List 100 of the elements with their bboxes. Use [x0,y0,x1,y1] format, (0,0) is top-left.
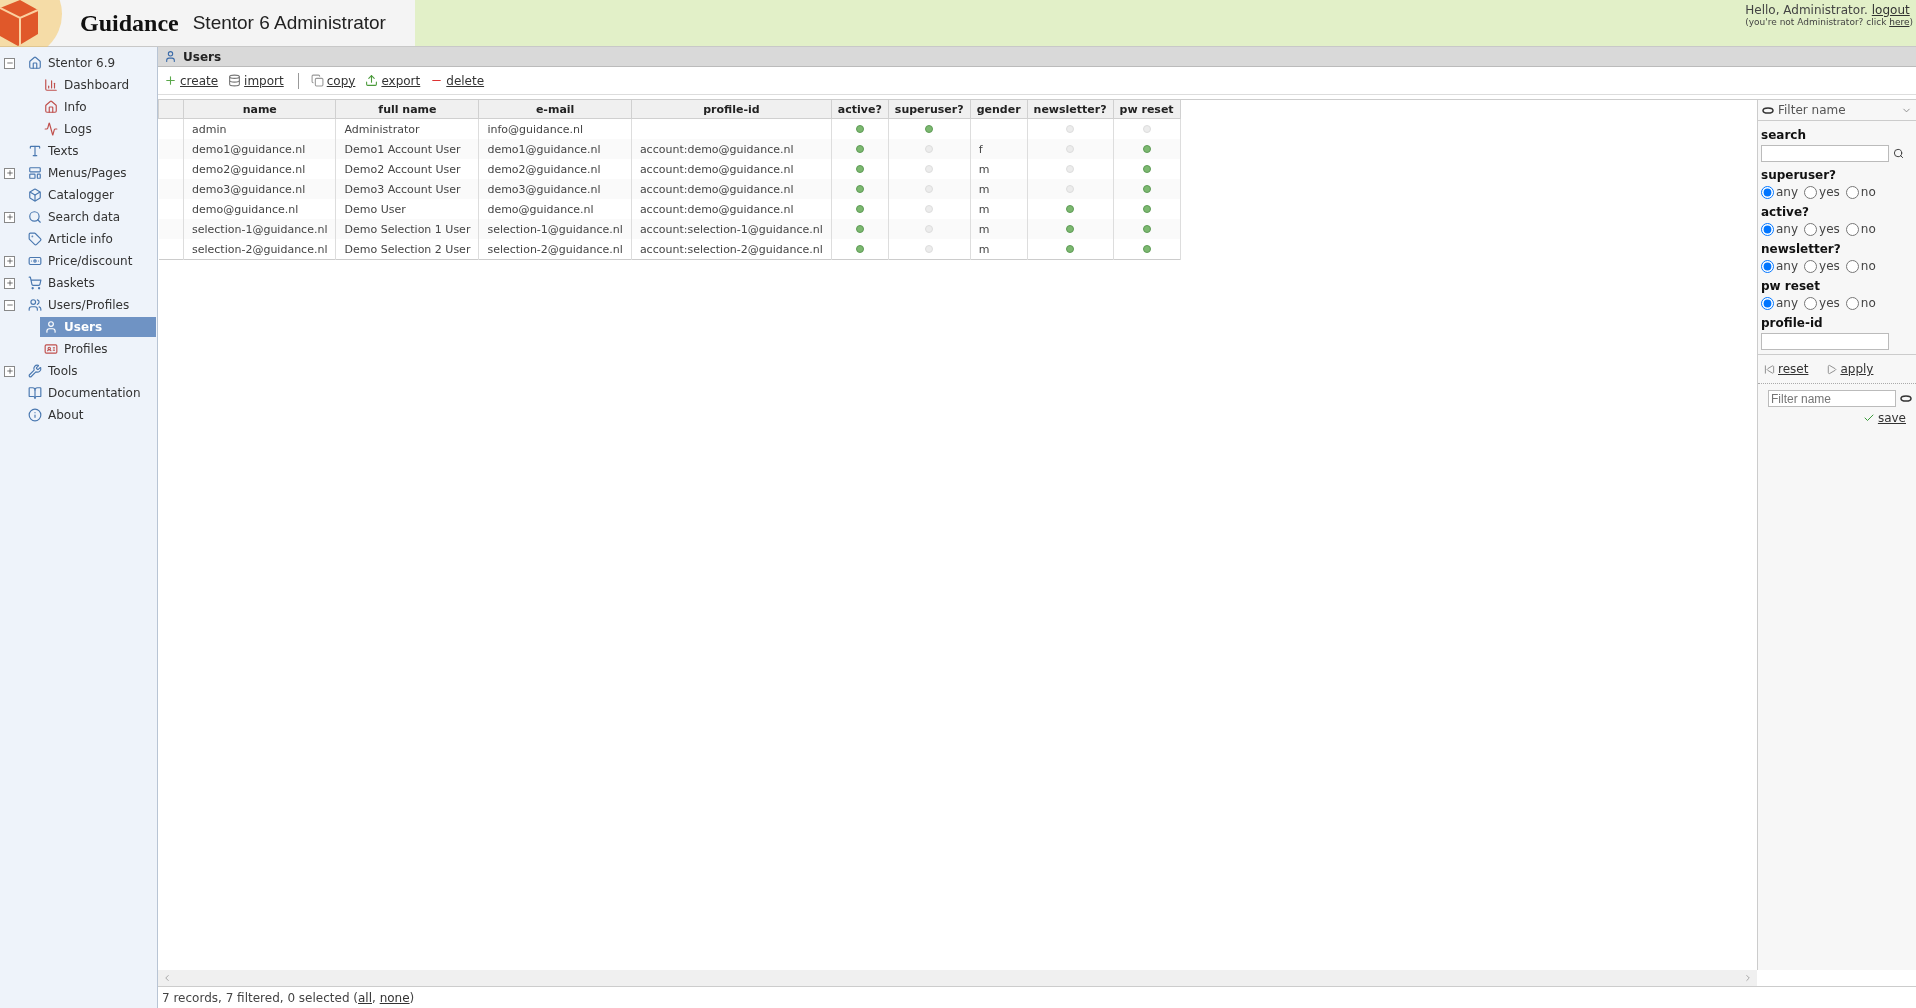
search-icon [1893,148,1904,159]
filter-name-field[interactable]: Filter name [1768,390,1896,407]
oval-icon [1900,395,1912,402]
expand-toggle[interactable] [4,277,15,289]
column-header[interactable]: name [183,100,336,119]
id-card-icon [44,342,58,356]
table-cell: m [978,182,990,196]
table-cell: Demo Selection 1 User [344,222,471,236]
plus-icon [5,279,14,287]
table-cell: Demo1 Account User [344,142,461,156]
table-cell: info@guidance.nl [487,122,584,136]
column-header[interactable]: superuser? [888,100,971,119]
sidebar-item[interactable]: Search data [24,207,125,227]
radio-option[interactable]: any [1761,222,1799,236]
toolbar-link[interactable]: import [228,73,284,88]
table-cell: selection-1@guidance.nl [487,222,623,236]
column-header[interactable]: gender [970,100,1028,119]
radio-option[interactable]: any [1761,185,1799,199]
toolbar-link[interactable]: delete [430,73,485,88]
sidebar-item[interactable]: Users/Profiles [24,295,134,315]
sidebar-item[interactable]: Tools [24,361,82,381]
status-separator: , [372,990,377,1005]
plus-icon [5,169,14,177]
sidebar-item[interactable]: Menus/Pages [24,163,131,183]
reset-link[interactable]: reset [1764,362,1809,376]
sidebar-item[interactable]: Article info [24,229,117,249]
table-cell: Demo2 Account User [344,162,461,176]
column-header[interactable]: active? [831,100,889,119]
select-all-link[interactable]: all [358,990,373,1005]
radio-option[interactable]: yes [1804,222,1840,236]
radio-option[interactable]: yes [1804,296,1840,310]
table-cell: account:demo@guidance.nl [639,182,794,196]
plus-icon [5,257,14,265]
text-icon [28,144,42,158]
sidebar-item[interactable]: About [24,405,88,425]
toolbar-link[interactable]: create [164,73,219,88]
product-name: Stentor 6 Administrator [192,12,386,34]
sidebar-item[interactable]: Baskets [24,273,99,293]
radio-option[interactable]: no [1845,222,1876,236]
radio-option[interactable]: no [1845,185,1876,199]
table-cell: demo2@guidance.nl [487,162,601,176]
sidebar-item[interactable]: Catalogger [24,185,119,205]
expand-toggle[interactable] [4,255,15,267]
filter-label: newsletter? [1761,242,1842,256]
sidebar-item[interactable]: Texts [24,141,83,161]
toolbar-link[interactable]: export [365,73,421,88]
table-cell: Demo Selection 2 User [344,242,471,256]
apply-link[interactable]: apply [1826,362,1874,376]
filter-label: pw reset [1761,279,1821,293]
collapse-toggle[interactable] [4,57,15,69]
sidebar-item[interactable]: Documentation [24,383,145,403]
expand-toggle[interactable] [4,211,15,223]
sidebar-item[interactable]: Dashboard [40,75,134,95]
check-icon [1862,412,1875,424]
save-link[interactable]: save [1862,411,1906,425]
radio-option[interactable]: any [1761,296,1799,310]
table-cell: demo@guidance.nl [487,202,594,216]
rewind-icon [1764,363,1775,375]
export-icon [365,74,379,87]
table-cell: m [978,222,990,236]
scroll-right-icon [1743,973,1753,983]
sidebar-item[interactable]: Stentor 6.9 [24,53,120,73]
collapse-toggle[interactable] [4,299,15,311]
input-field[interactable] [1761,333,1889,350]
column-header[interactable]: e-mail [478,100,632,119]
database-icon [228,74,242,87]
expand-toggle[interactable] [4,167,15,179]
radio-option[interactable]: yes [1804,259,1840,273]
column-header[interactable]: full name [335,100,479,119]
info-icon [28,408,42,422]
logout-link[interactable]: logout [1871,3,1910,17]
toolbar-link[interactable]: copy [310,73,356,88]
plus-icon [5,367,14,375]
radio-option[interactable]: any [1761,259,1799,273]
table-cell: Demo User [344,202,406,216]
layout-icon [28,166,42,180]
sidebar-item[interactable]: Profiles [40,339,112,359]
expand-toggle[interactable] [4,365,15,377]
plus-icon [164,74,177,87]
user-icon [164,50,177,63]
brand-name: Guidance [80,9,179,37]
bar-chart-icon [44,78,58,92]
radio-option[interactable]: yes [1804,185,1840,199]
column-header[interactable]: pw reset [1113,100,1181,119]
tag-icon [28,232,42,246]
radio-option[interactable]: no [1845,259,1876,273]
table-cell: f [978,142,983,156]
column-header[interactable]: newsletter? [1027,100,1114,119]
oval-icon [1762,106,1774,114]
radio-option[interactable]: no [1845,296,1876,310]
banknote-icon [28,254,42,268]
column-header[interactable]: profile-id [631,100,832,119]
here-link[interactable]: here [1889,17,1910,27]
search-field[interactable] [1761,145,1889,162]
sidebar-item[interactable]: Price/discount [24,251,137,271]
sidebar-item[interactable]: Info [40,97,91,117]
table-cell: demo2@guidance.nl [192,162,306,176]
house-icon [44,100,58,114]
sidebar-item[interactable]: Logs [40,119,96,139]
select-none-link[interactable]: none [379,990,410,1005]
